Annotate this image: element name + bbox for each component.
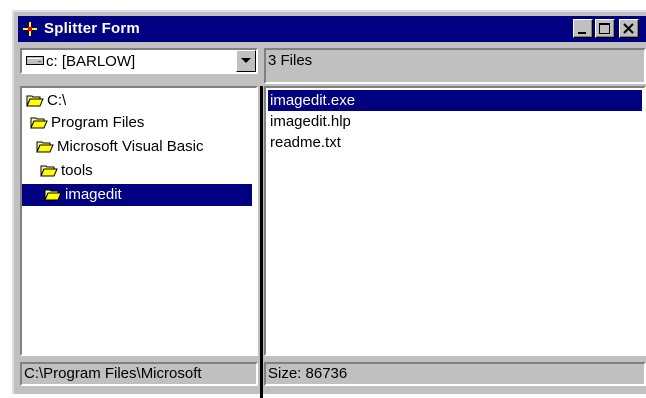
chevron-down-icon [241,58,251,63]
open-folder-icon [26,95,44,107]
maximize-icon [599,23,610,34]
directory-list[interactable]: C:\ Program Files Microsoft Visual Basic… [20,86,258,356]
window: Splitter Form c: [BARLOW] 3 Files C:\ Pr… [12,10,646,398]
directory-label: Program Files [51,114,145,131]
file-list[interactable]: imagedit.exe imagedit.hlp readme.txt [264,86,646,356]
title-bar[interactable]: Splitter Form [18,16,646,42]
size-status: Size: 86736 [264,362,646,386]
close-button[interactable] [619,19,639,38]
close-icon [623,23,634,34]
directory-label: C:\ [47,92,67,109]
directory-item-selected[interactable]: imagedit [22,184,252,206]
file-count-label: 3 Files [264,48,646,84]
file-item[interactable]: imagedit.hlp [268,111,642,132]
open-folder-icon [30,117,48,129]
splitter-bar[interactable] [260,86,263,398]
directory-label: Microsoft Visual Basic [57,138,204,155]
maximize-button[interactable] [595,19,615,38]
minimize-icon [578,32,586,34]
file-item-selected[interactable]: imagedit.exe [268,90,642,111]
directory-item[interactable]: Program Files [30,112,146,134]
open-folder-icon [44,189,62,201]
directory-label: imagedit [63,186,124,203]
directory-item[interactable]: tools [40,160,95,182]
window-title: Splitter Form [44,20,140,37]
directory-label: tools [61,162,93,179]
directory-item[interactable]: C:\ [26,90,68,112]
minimize-button[interactable] [573,19,593,38]
splitter-icon [23,22,37,36]
drive-icon [26,56,44,65]
drive-dropdown-button[interactable] [236,50,256,72]
open-folder-icon [36,141,54,153]
open-folder-icon [40,165,58,177]
drive-label: c: [BARLOW] [46,53,136,70]
directory-item[interactable]: Microsoft Visual Basic [36,136,205,158]
file-item[interactable]: readme.txt [268,132,642,153]
drive-select[interactable]: c: [BARLOW] [20,48,258,74]
path-status: C:\Program Files\Microsoft [20,362,258,386]
